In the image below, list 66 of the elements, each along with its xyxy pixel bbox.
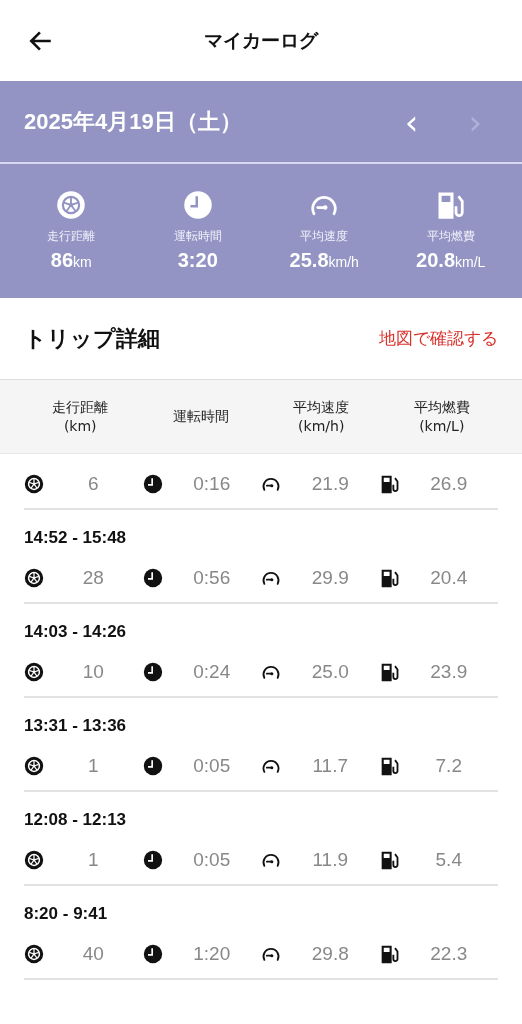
trip-value: 1:20 (192, 943, 232, 965)
trip-value: 6 (86, 473, 100, 495)
trip-value: 10 (81, 661, 105, 683)
trip-value: 11.7 (311, 755, 350, 777)
trip-value: 29.9 (310, 567, 350, 589)
trip-value: 1 (86, 755, 100, 777)
trip-value: 22.3 (429, 943, 469, 965)
trip-value: 26.9 (429, 473, 469, 495)
tire-icon (24, 474, 44, 494)
trip-value: 21.9 (310, 473, 350, 495)
trip-value: 11.9 (311, 849, 350, 871)
trip-value: 5.4 (434, 849, 463, 871)
trip-time-range: 13:31 - 13:36 (24, 716, 128, 736)
trip-value: 20.4 (429, 567, 469, 589)
section-title: トリップ詳細 (24, 324, 160, 353)
stat-value: 25.8km/h (289, 249, 359, 272)
clock-icon (142, 474, 163, 494)
fuel-pump-icon (379, 568, 400, 588)
tire-icon (56, 190, 87, 220)
trip-value: 40 (81, 943, 105, 965)
column-header: 平均速度 (km/h) (292, 398, 351, 435)
trip-value: 1 (86, 849, 100, 871)
clock-icon (142, 568, 163, 588)
trip-value: 0:24 (192, 661, 232, 683)
clock-icon (142, 662, 163, 682)
date-label: 2025年4月19日（土） (24, 107, 242, 136)
clock-icon (142, 756, 163, 776)
fuel-pump-icon (379, 662, 400, 682)
stat-value: 3:20 (177, 249, 218, 272)
stat-label: 走行距離 (47, 228, 96, 245)
previous-day-button[interactable]: ‹ (398, 104, 425, 139)
stat-value: 86km (50, 249, 92, 272)
fuel-pump-icon (379, 944, 400, 964)
trip-time-range: 12:08 - 12:13 (24, 810, 128, 830)
stat-label: 平均速度 (300, 228, 349, 245)
trip-value: 0:05 (192, 849, 232, 871)
trip-time-range: 14:52 - 15:48 (24, 528, 128, 548)
trip-value: 29.8 (310, 943, 350, 965)
tire-icon (24, 756, 44, 776)
trip-value: 28 (81, 567, 105, 589)
trip-value: 0:16 (192, 473, 232, 495)
tire-icon (24, 568, 44, 588)
view-map-link[interactable]: 地図で確認する (379, 327, 498, 350)
trip-value: 7.2 (434, 755, 463, 777)
fuel-pump-icon (379, 756, 400, 776)
trip-time-range: 8:20 - 9:41 (24, 904, 109, 924)
clock-icon (142, 850, 163, 870)
trip-value: 0:05 (192, 755, 232, 777)
stat-label: 平均燃費 (426, 228, 475, 245)
column-header: 平均燃費 (km/L) (412, 398, 471, 435)
trip-value: 25.0 (310, 661, 350, 683)
trip-time-range: 14:03 - 14:26 (24, 622, 128, 642)
screen-title: マイカーログ (204, 27, 318, 53)
column-header: 走行距離 (km) (51, 398, 110, 435)
trip-value: 23.9 (429, 661, 469, 683)
tire-icon (24, 850, 44, 870)
tire-icon (24, 662, 44, 682)
column-header: 運転時間 (171, 407, 230, 426)
fuel-pump-icon (379, 850, 400, 870)
trip-value: 0:56 (192, 567, 232, 589)
clock-icon (182, 190, 213, 220)
tire-icon (24, 944, 44, 964)
fuel-pump-icon (379, 474, 400, 494)
clock-icon (142, 944, 163, 964)
stat-label: 運転時間 (173, 228, 222, 245)
stat-value: 20.8km/L (416, 249, 486, 272)
